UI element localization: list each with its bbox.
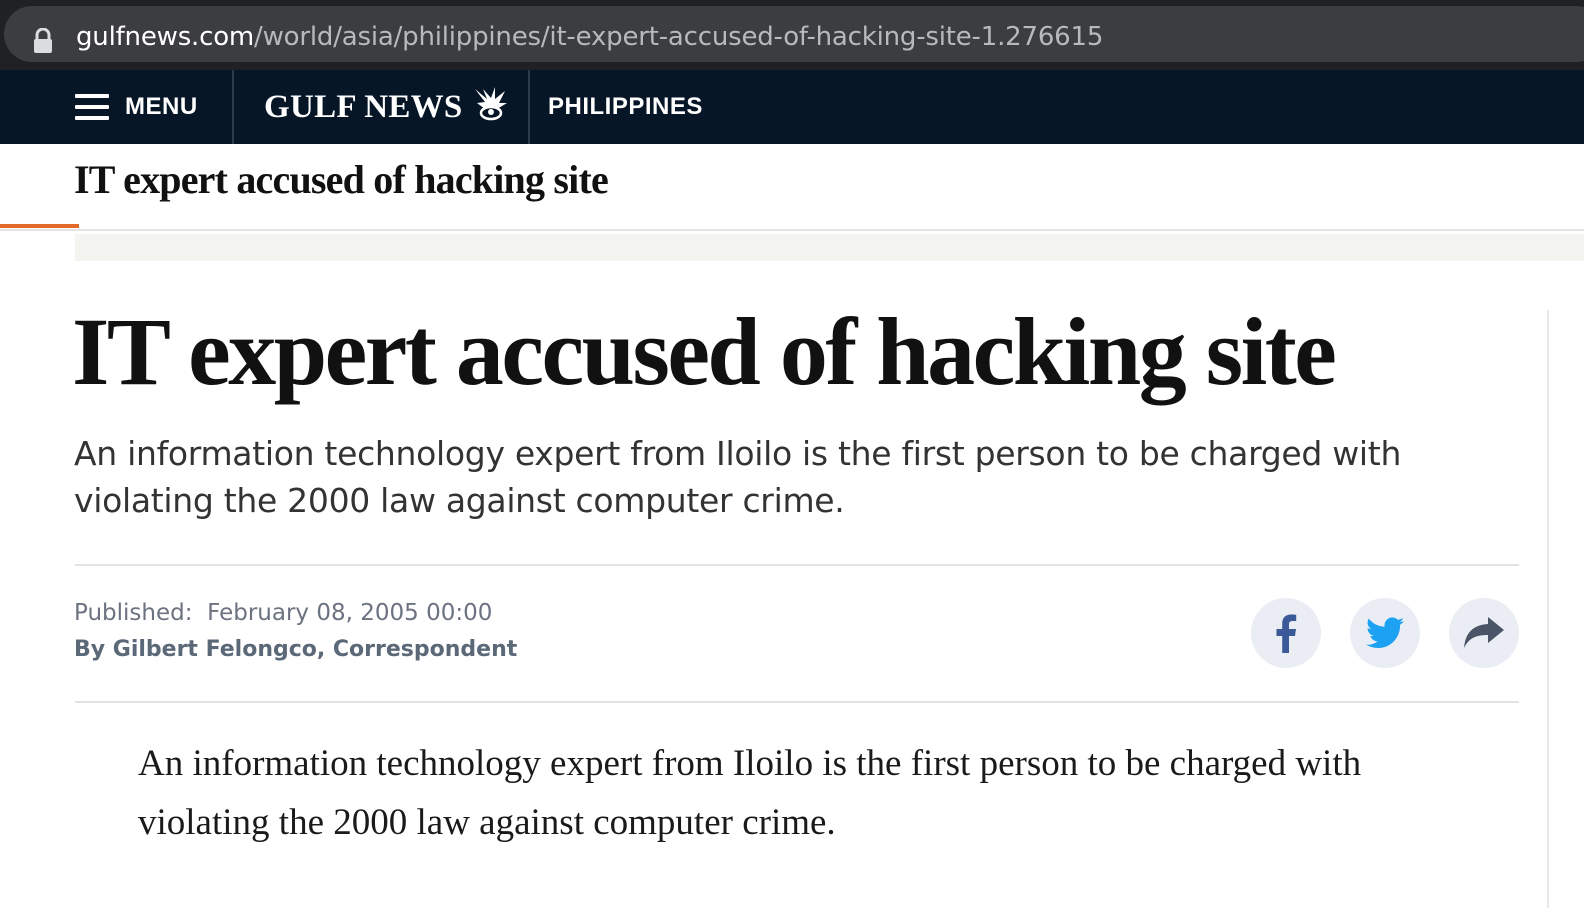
browser-toolbar: gulfnews.com/world/asia/philippines/it-e… [0, 0, 1584, 70]
reading-progress-track [0, 229, 1584, 231]
published-date: Published: February 08, 2005 00:00 [74, 600, 492, 626]
divider [75, 564, 1519, 566]
logo-text: GULF NEWS [264, 88, 463, 125]
menu-label: MENU [125, 93, 198, 120]
menu-button[interactable]: MENU [64, 70, 234, 144]
lock-icon [34, 28, 52, 53]
facebook-share-button[interactable] [1251, 598, 1321, 668]
divider [75, 701, 1519, 703]
nav-divider [232, 70, 234, 144]
more-share-button[interactable] [1449, 598, 1519, 668]
reading-progress-fill [0, 224, 79, 228]
article-paragraph-cut-off [138, 872, 1478, 908]
address-bar[interactable]: gulfnews.com/world/asia/philippines/it-e… [4, 6, 1584, 62]
article-paragraph: An information technology expert from Il… [138, 743, 1362, 843]
site-logo[interactable]: GULF NEWS [264, 70, 511, 144]
url-path: /world/asia/philippines/it-expert-accuse… [254, 22, 1104, 52]
hamburger-icon [75, 92, 111, 122]
share-arrow-icon [1464, 617, 1504, 648]
url-host: gulfnews.com [76, 22, 255, 52]
column-divider [1547, 310, 1549, 908]
twitter-share-button[interactable] [1350, 598, 1420, 668]
site-header: MENU GULF NEWS PHILIPPINES [0, 70, 1584, 144]
sticky-article-title: IT expert accused of hacking site [74, 157, 609, 202]
nav-divider [528, 70, 530, 144]
falcon-icon [474, 87, 507, 121]
ad-placeholder [75, 234, 1584, 261]
byline[interactable]: By Gilbert Felongco, Correspondent [74, 637, 517, 662]
twitter-icon [1366, 617, 1404, 649]
article-standfirst: An information technology expert from Il… [74, 434, 1402, 520]
published-label: Published: [74, 600, 193, 626]
article-headline: IT expert accused of hacking site [72, 298, 1337, 405]
published-value: February 08, 2005 00:00 [207, 600, 493, 626]
facebook-icon [1276, 614, 1297, 653]
section-link-philippines[interactable]: PHILIPPINES [548, 70, 703, 144]
url-text[interactable]: gulfnews.com/world/asia/philippines/it-e… [76, 22, 1103, 52]
